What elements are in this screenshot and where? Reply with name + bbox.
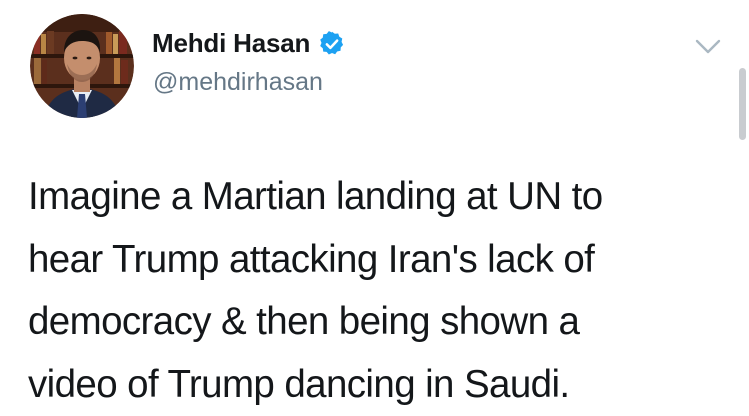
author-handle[interactable]: @mehdirhasan (153, 68, 323, 97)
author-display-name[interactable]: Mehdi Hasan (152, 28, 310, 59)
tweet-card: Mehdi Hasan @mehdirhasan Imagine a Marti… (0, 0, 749, 414)
author-name-row[interactable]: Mehdi Hasan (152, 28, 346, 59)
avatar[interactable] (30, 14, 134, 118)
scrollbar-thumb[interactable] (739, 68, 746, 140)
chevron-down-icon[interactable] (690, 32, 726, 60)
tweet-text: Imagine a Martian landing at UN to hear … (28, 175, 603, 406)
verified-badge-icon (318, 30, 346, 58)
profile-photo (30, 14, 134, 118)
